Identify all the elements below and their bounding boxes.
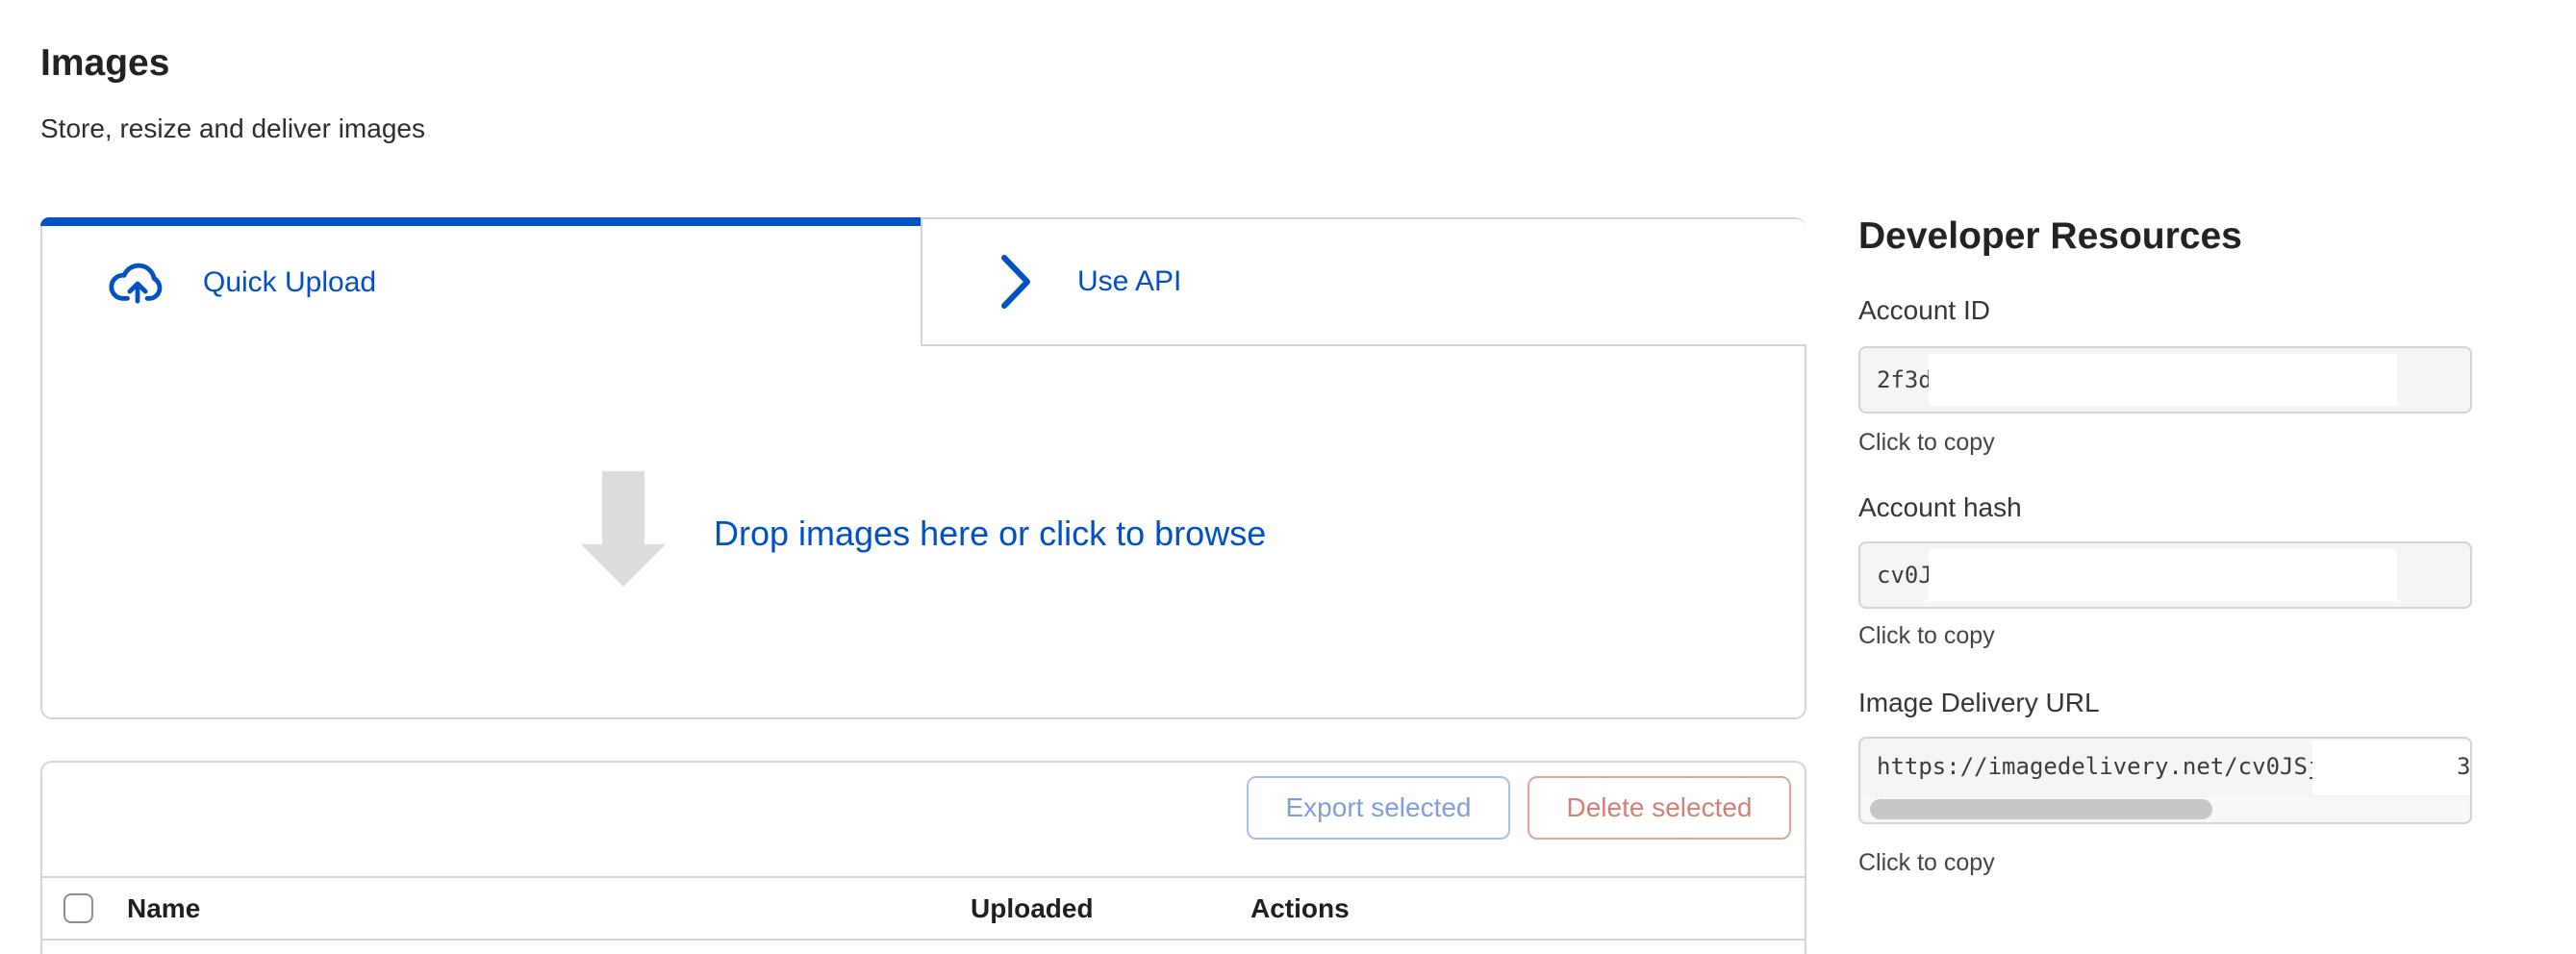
- redaction-overlay: [1929, 549, 2397, 601]
- account-id-copy-hint: Click to copy: [1858, 428, 1995, 458]
- redaction-overlay: [1929, 354, 2397, 406]
- table-header-row: Name Uploaded Actions: [42, 876, 1805, 941]
- images-table-card: Export selected Delete selected Name Upl…: [40, 761, 1806, 954]
- horizontal-scrollbar-thumb[interactable]: [1870, 799, 2212, 819]
- delete-selected-button[interactable]: Delete selected: [1528, 776, 1791, 840]
- account-id-field[interactable]: 2f3d: [1858, 346, 2472, 414]
- cloud-upload-icon: [108, 261, 167, 305]
- column-header-name: Name: [127, 893, 200, 924]
- export-selected-button[interactable]: Export selected: [1247, 776, 1510, 840]
- account-hash-copy-hint: Click to copy: [1858, 621, 1995, 651]
- clipped-url-character: 3: [2457, 739, 2469, 793]
- account-hash-value: cv0J: [1877, 543, 1932, 607]
- chevron-right-icon: [1001, 255, 1031, 309]
- image-delivery-url-copy-hint: Click to copy: [1858, 848, 1995, 878]
- developer-resources-title: Developer Resources: [1858, 215, 2242, 258]
- image-dropzone[interactable]: Drop images here or click to browse: [42, 344, 1805, 719]
- image-delivery-url-label: Image Delivery URL: [1858, 687, 2100, 719]
- account-id-value: 2f3d: [1877, 348, 1932, 412]
- tab-use-api-label: Use API: [1077, 264, 1181, 300]
- page-subtitle: Store, resize and deliver images: [40, 113, 425, 144]
- horizontal-scrollbar-track: [1862, 797, 2468, 822]
- redaction-overlay: [2312, 741, 2472, 795]
- column-header-actions: Actions: [1250, 893, 1350, 924]
- dropzone-label: Drop images here or click to browse: [714, 513, 1266, 555]
- account-hash-label: Account hash: [1858, 491, 2022, 524]
- arrow-down-icon: [581, 471, 666, 587]
- upload-card: Quick Upload Use API Drop images here or…: [40, 217, 1806, 719]
- select-all-checkbox[interactable]: [63, 893, 93, 923]
- images-page: Images Store, resize and deliver images …: [0, 0, 2576, 954]
- image-delivery-url-field[interactable]: https://imagedelivery.net/cv0JSj 3: [1858, 737, 2472, 824]
- tab-use-api[interactable]: Use API: [921, 219, 1806, 346]
- column-header-uploaded: Uploaded: [971, 893, 1094, 924]
- page-title: Images: [40, 42, 169, 85]
- tab-quick-upload-label: Quick Upload: [203, 264, 376, 301]
- image-delivery-url-value: https://imagedelivery.net/cv0JSj: [1877, 739, 2321, 795]
- account-hash-field[interactable]: cv0J: [1858, 541, 2472, 609]
- tab-quick-upload[interactable]: Quick Upload: [42, 219, 921, 346]
- account-id-label: Account ID: [1858, 294, 1990, 327]
